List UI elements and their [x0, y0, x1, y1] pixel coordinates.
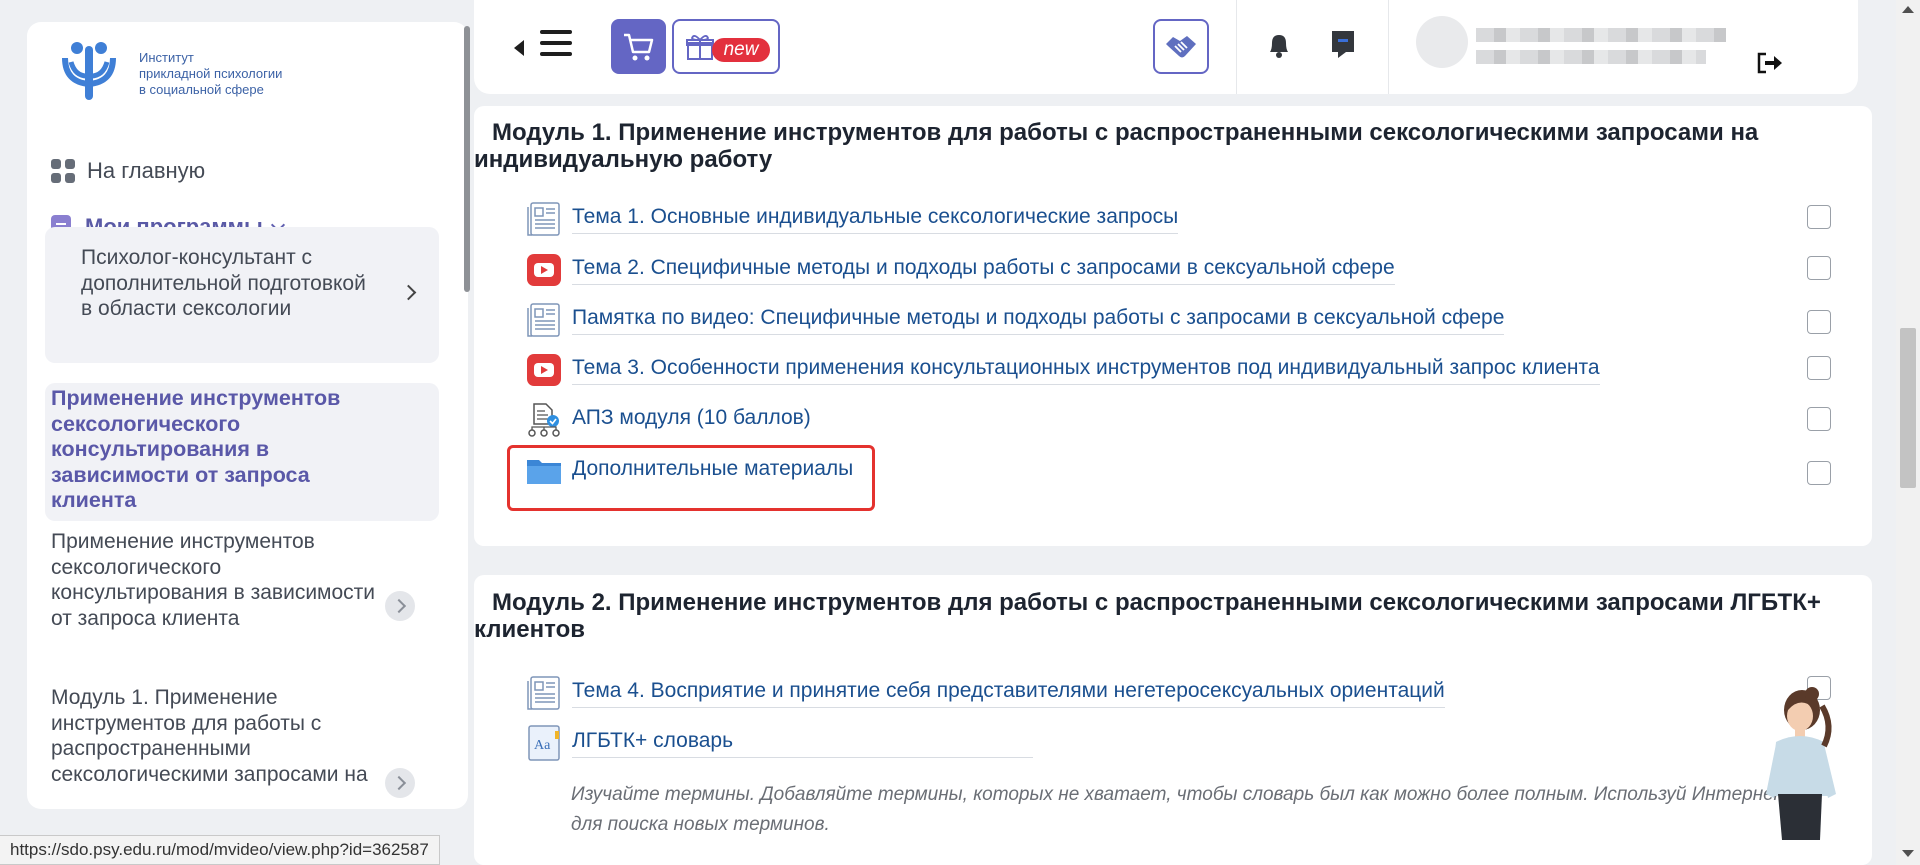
sidebar-item-course[interactable]: Применение инструментов сексологического…	[51, 529, 391, 631]
cart-button[interactable]	[611, 19, 666, 74]
handshake-icon	[1166, 35, 1196, 57]
gift-icon	[686, 35, 714, 60]
chevron-right-icon	[403, 285, 417, 299]
blurred-email	[1476, 50, 1706, 64]
scroll-up-arrow-icon[interactable]	[1902, 6, 1914, 13]
assistant-character-icon[interactable]	[1762, 686, 1840, 840]
collapse-arrow-icon[interactable]	[514, 40, 524, 56]
institute-logo[interactable]: Институт прикладной психологии в социаль…	[57, 40, 282, 102]
activity-link[interactable]: Памятка по видео: Специфичные методы и п…	[572, 306, 1505, 335]
activity-link[interactable]: АПЗ модуля (10 баллов)	[572, 406, 811, 434]
new-badge: new	[712, 38, 770, 62]
activity-item[interactable]: АПЗ модуля (10 баллов)	[526, 400, 811, 440]
logo-line-2: прикладной психологии	[139, 66, 283, 81]
glossary-description: Изучайте термины. Добавляйте термины, ко…	[571, 784, 1790, 835]
module-1-title: Модуль 1. Применение инструментов для ра…	[474, 119, 1759, 173]
menu-icon[interactable]	[540, 30, 572, 58]
user-profile-blurred[interactable]	[1416, 16, 1726, 76]
completion-checkbox[interactable]	[1807, 407, 1831, 431]
completion-checkbox[interactable]	[1807, 356, 1831, 380]
activity-link[interactable]: ЛГБТК+ словарь	[572, 729, 1034, 758]
activity-item[interactable]: Тема 3. Особенности применения консульта…	[526, 350, 1600, 390]
expand-course-icon[interactable]	[385, 591, 415, 621]
highlight-box	[507, 445, 875, 511]
sidebar-item-active[interactable]: Применение инструментов сексологического…	[51, 386, 391, 514]
program-card[interactable]: Психолог-консультант с дополнительной по…	[45, 227, 439, 363]
dashboard-icon	[51, 159, 75, 183]
activity-item[interactable]: Тема 4. Восприятие и принятие себя предс…	[526, 673, 1445, 713]
avatar	[1416, 16, 1468, 68]
nav-home-label: На главную	[87, 158, 206, 183]
activity-link[interactable]: Тема 3. Особенности применения консульта…	[572, 356, 1600, 385]
expand-module-1-icon[interactable]	[385, 768, 415, 798]
glossary-icon: Aa	[528, 725, 560, 761]
nav-home[interactable]: На главную	[51, 158, 205, 184]
logo-icon	[62, 42, 116, 100]
chat-icon[interactable]	[1329, 28, 1357, 60]
logo-line-1: Институт	[139, 50, 194, 65]
page-icon	[527, 202, 560, 236]
page-icon	[527, 303, 560, 337]
activity-link[interactable]: Тема 2. Специфичные методы и подходы раб…	[572, 256, 1395, 285]
logo-text: Институт прикладной психологии в социаль…	[139, 50, 282, 98]
logout-icon[interactable]	[1756, 52, 1784, 74]
completion-checkbox[interactable]	[1807, 205, 1831, 229]
video-icon	[527, 354, 561, 386]
completion-checkbox[interactable]	[1807, 256, 1831, 280]
sidebar: Институт прикладной психологии в социаль…	[27, 22, 468, 809]
page-scrollbar-thumb[interactable]	[1900, 328, 1916, 488]
completion-checkbox[interactable]	[1807, 310, 1831, 334]
handshake-button[interactable]	[1153, 19, 1209, 74]
cart-icon	[623, 33, 653, 60]
activity-item[interactable]: Тема 1. Основные индивидуальные сексолог…	[526, 199, 1179, 239]
page-icon	[527, 676, 560, 710]
module-2-title: Модуль 2. Применение инструментов для ра…	[474, 589, 1821, 643]
logo-line-3: в социальной сфере	[139, 82, 264, 97]
completion-checkbox[interactable]	[1807, 461, 1831, 485]
bell-icon[interactable]	[1264, 30, 1294, 60]
activity-link[interactable]: Тема 1. Основные индивидуальные сексолог…	[572, 205, 1179, 234]
status-bar-url: https://sdo.psy.edu.ru/mod/mvideo/view.p…	[0, 835, 440, 865]
topbar-separator	[1236, 0, 1237, 94]
topbar-separator	[1388, 0, 1389, 94]
sidebar-scrollbar[interactable]	[464, 26, 470, 292]
assignment-icon	[528, 403, 560, 437]
gift-new-button[interactable]: new	[672, 19, 780, 74]
sidebar-item-module-1[interactable]: Модуль 1. Применение инструментов для ра…	[51, 685, 391, 787]
activity-link[interactable]: Тема 4. Восприятие и принятие себя предс…	[572, 679, 1445, 708]
top-bar: new	[474, 0, 1858, 94]
scroll-down-arrow-icon[interactable]	[1902, 850, 1914, 857]
activity-item[interactable]: Памятка по видео: Специфичные методы и п…	[526, 300, 1505, 340]
svg-text:Aa: Aa	[534, 738, 551, 753]
activity-item[interactable]: Тема 2. Специфичные методы и подходы раб…	[526, 250, 1395, 290]
activity-item[interactable]: Aa ЛГБТК+ словарь	[526, 723, 1034, 763]
blurred-name	[1476, 28, 1726, 42]
video-icon	[527, 254, 561, 286]
program-card-title: Психолог-консультант с дополнительной по…	[81, 246, 366, 320]
